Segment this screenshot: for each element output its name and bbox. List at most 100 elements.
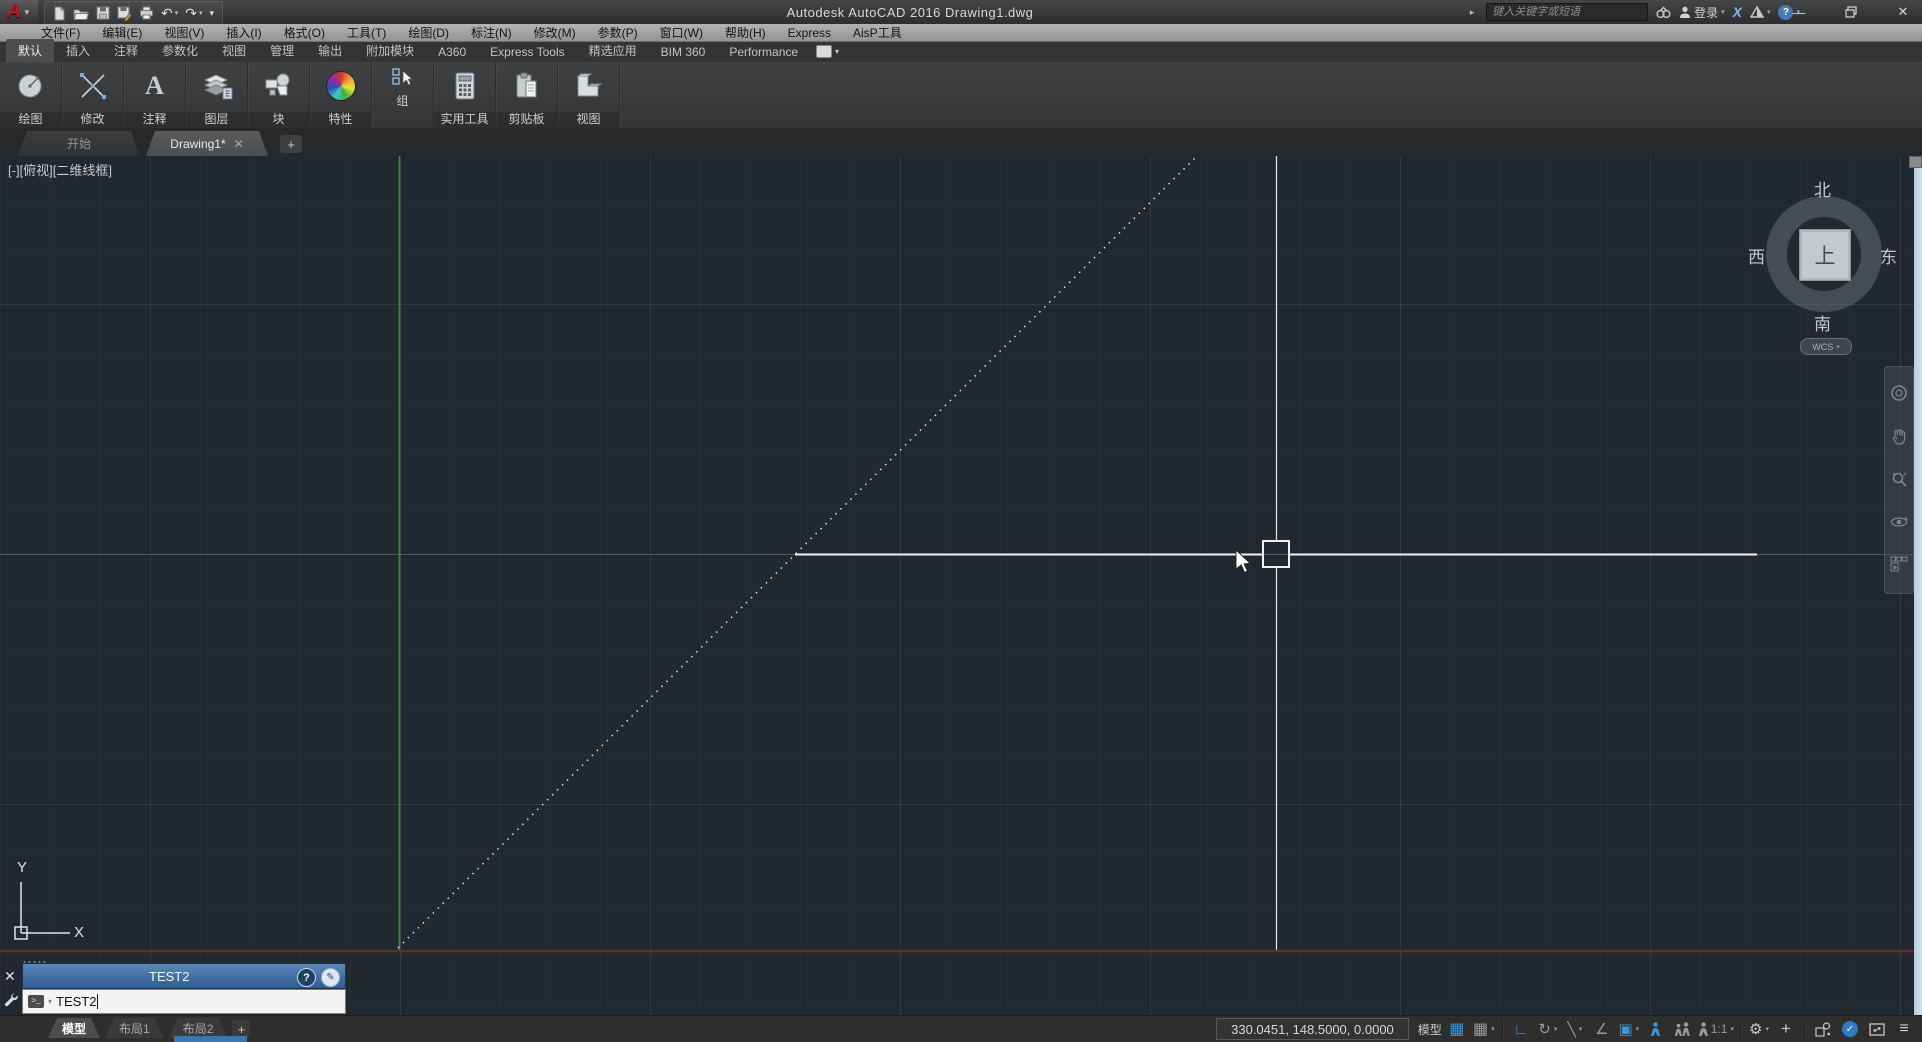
command-close-icon[interactable]: ✕ xyxy=(4,968,16,985)
ribbon-tab[interactable]: 注释 xyxy=(102,39,150,62)
redo-icon[interactable]: ↷▾ xyxy=(185,5,202,22)
plot-icon[interactable] xyxy=(139,6,154,20)
ribbon-tab[interactable]: 参数化 xyxy=(150,39,210,62)
pan-icon[interactable] xyxy=(1891,428,1907,450)
ribbon-tab[interactable]: 插入 xyxy=(54,39,102,62)
object-snap-toggle[interactable]: ▣▾ xyxy=(1617,1017,1641,1041)
ribbon-tab[interactable]: 精选应用 xyxy=(577,39,649,62)
undo-icon[interactable]: ↶▾ xyxy=(161,5,178,22)
annotation-autoscale-toggle[interactable] xyxy=(1671,1017,1695,1041)
ribbon-tab[interactable]: 视图 xyxy=(210,39,258,62)
isometric-drafting-toggle[interactable]: ╲▾ xyxy=(1563,1017,1587,1041)
ribbon-display-toggle[interactable]: ▾ xyxy=(816,45,839,58)
search-icon[interactable] xyxy=(1656,6,1671,19)
group-icon[interactable] xyxy=(372,66,433,88)
block-icon[interactable] xyxy=(248,64,309,108)
close-button[interactable]: ✕ xyxy=(1890,2,1916,22)
workspace-switcher[interactable]: ⚙▾ xyxy=(1747,1017,1771,1041)
annotation-visibility-toggle[interactable] xyxy=(1644,1017,1668,1041)
exchange-apps-button[interactable]: X xyxy=(1733,4,1742,20)
drawing-canvas[interactable]: [-][俯视][二维线框] YX 北 南 西 东 上 WCS▾ xyxy=(0,156,1922,1015)
close-tab-icon[interactable]: ✕ xyxy=(234,137,244,151)
search-input[interactable] xyxy=(1486,3,1648,21)
ribbon-tab[interactable]: 管理 xyxy=(258,39,306,62)
clean-screen-toggle[interactable] xyxy=(1865,1017,1889,1041)
menu-w[interactable]: 窗口(W) xyxy=(649,24,714,42)
viewcube-south[interactable]: 南 xyxy=(1814,310,1831,335)
ribbon-tab[interactable]: 输出 xyxy=(306,39,354,62)
viewcube-north[interactable]: 北 xyxy=(1814,176,1831,201)
navigation-bar[interactable] xyxy=(1884,366,1914,594)
ribbon-tab[interactable]: 默认 xyxy=(6,39,54,62)
navigation-wheel-icon[interactable] xyxy=(1890,384,1908,407)
file-tab-start[interactable]: 开始 xyxy=(18,131,140,156)
layout-tab[interactable]: 布局1 xyxy=(105,1018,164,1038)
view-icon[interactable] xyxy=(558,64,619,108)
isolate-objects-button[interactable] xyxy=(1811,1017,1835,1041)
vertical-scrollbar[interactable] xyxy=(1914,156,1922,1015)
viewcube[interactable]: 北 南 西 东 上 WCS▾ xyxy=(1752,170,1902,360)
customize-plus-button[interactable]: + xyxy=(1774,1017,1798,1041)
ribbon-tab[interactable]: A360 xyxy=(426,42,478,62)
viewcube-top-face[interactable]: 上 xyxy=(1799,229,1851,281)
minimize-button[interactable]: — xyxy=(1786,2,1812,22)
modify-icon[interactable] xyxy=(62,64,123,108)
graphics-performance-toggle[interactable]: ✓ xyxy=(1838,1017,1862,1041)
ribbon-panel[interactable]: 绘图 xyxy=(0,62,62,128)
draw-icon[interactable] xyxy=(0,64,61,108)
properties-icon[interactable] xyxy=(310,64,371,108)
ribbon-panel[interactable]: 剪贴板 xyxy=(496,62,558,128)
new-drawing-tab-button[interactable]: + xyxy=(280,135,302,153)
ribbon-panel[interactable]: 块 xyxy=(248,62,310,128)
viewcube-west[interactable]: 西 xyxy=(1748,243,1765,268)
command-search-icon[interactable]: ✎ xyxy=(321,968,340,987)
snap-mode-toggle[interactable]: ▦▾ xyxy=(1472,1017,1496,1041)
ribbon-panel[interactable]: 组 xyxy=(372,62,434,128)
ortho-mode-toggle[interactable]: ∟ xyxy=(1509,1017,1533,1041)
qat-menu-icon[interactable]: ▾ xyxy=(210,8,215,19)
command-help-icon[interactable]: ? xyxy=(297,968,316,987)
ribbon-panel[interactable]: 修改 xyxy=(62,62,124,128)
save-as-icon[interactable] xyxy=(117,6,132,21)
annotate-icon[interactable]: A xyxy=(124,64,185,108)
infocenter-expand-icon[interactable]: ▸ xyxy=(1466,7,1478,18)
showmotion-icon[interactable] xyxy=(1890,556,1908,577)
ribbon-panel[interactable]: 特性 xyxy=(310,62,372,128)
orbit-icon[interactable] xyxy=(1890,514,1908,535)
new-file-icon[interactable] xyxy=(53,6,66,21)
model-space-button[interactable]: 模型 xyxy=(1418,1017,1442,1041)
osnap-tracking-toggle[interactable]: ∠ xyxy=(1590,1017,1614,1041)
menu-n[interactable]: 标注(N) xyxy=(460,24,523,42)
ribbon-panel[interactable]: 图层 xyxy=(186,62,248,128)
customization-menu-button[interactable]: ≡ xyxy=(1892,1017,1916,1041)
zoom-icon[interactable] xyxy=(1891,471,1908,493)
wcs-dropdown[interactable]: WCS▾ xyxy=(1800,338,1852,355)
ribbon-tab[interactable]: Express Tools xyxy=(478,42,576,62)
menu-express[interactable]: Express xyxy=(777,24,842,42)
file-tab-drawing1[interactable]: Drawing1* ✕ xyxy=(146,131,268,156)
application-menu-button[interactable]: A ▼ xyxy=(0,0,38,24)
menu-h[interactable]: 帮助(H) xyxy=(714,24,777,42)
polar-tracking-toggle[interactable]: ↻▾ xyxy=(1536,1017,1560,1041)
viewcube-east[interactable]: 东 xyxy=(1880,243,1897,268)
open-file-icon[interactable] xyxy=(73,7,89,20)
ribbon-panel[interactable]: 视图 xyxy=(558,62,620,128)
ribbon-panel[interactable]: 实用工具 xyxy=(434,62,496,128)
ribbon-panel[interactable]: A注释 xyxy=(124,62,186,128)
scrollbar-top-button[interactable] xyxy=(1909,156,1922,168)
recent-commands-icon[interactable]: ▾ xyxy=(48,997,52,1006)
ribbon-tab[interactable]: Performance xyxy=(717,42,810,62)
wrench-icon[interactable] xyxy=(3,992,18,1012)
clipboard-icon[interactable] xyxy=(496,64,557,108)
sign-in-button[interactable]: 登录 ▾ xyxy=(1679,4,1725,21)
menu-aisp[interactable]: AisP工具 xyxy=(842,24,913,42)
layers-icon[interactable] xyxy=(186,64,247,108)
restore-button[interactable] xyxy=(1838,2,1864,22)
utilities-icon[interactable] xyxy=(434,64,495,108)
ribbon-tab[interactable]: BIM 360 xyxy=(649,42,718,62)
ribbon-tab[interactable]: 附加模块 xyxy=(354,39,426,62)
a360-button[interactable]: ▾ xyxy=(1750,6,1771,18)
layout-tab[interactable]: 布局2 xyxy=(169,1018,228,1038)
save-icon[interactable] xyxy=(96,6,110,20)
annotation-scale-button[interactable]: 1:1▾ xyxy=(1698,1017,1734,1041)
